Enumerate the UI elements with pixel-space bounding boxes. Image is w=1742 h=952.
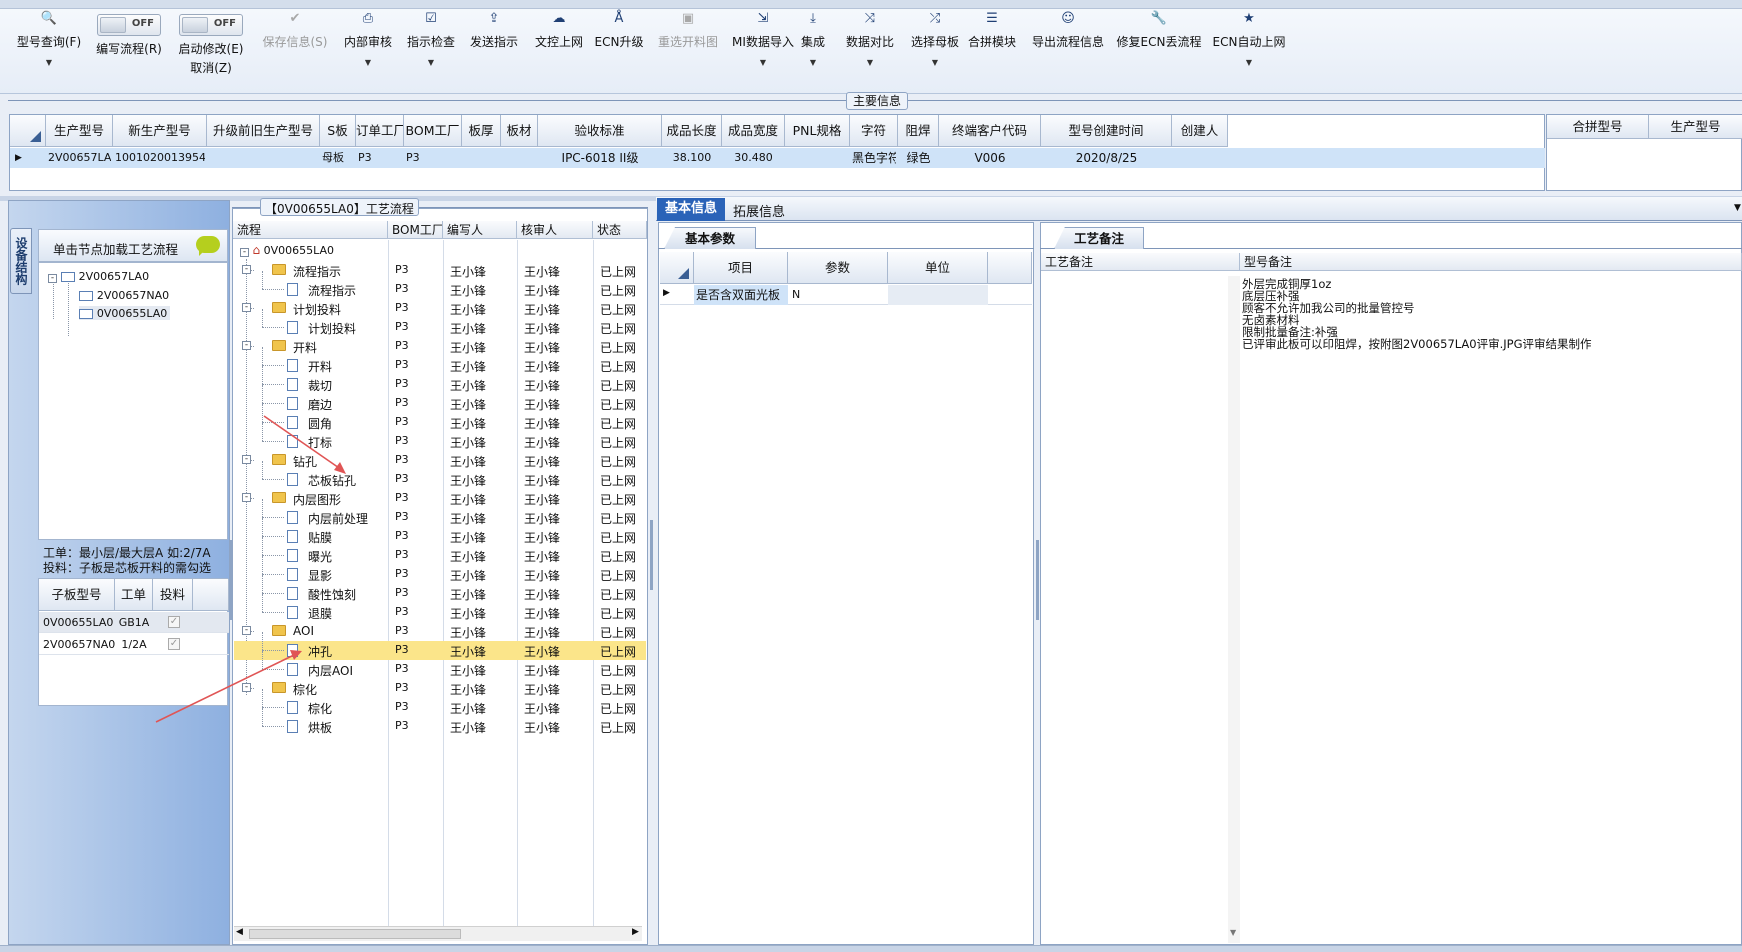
annotation-arrows bbox=[155, 415, 346, 723]
arrow-head bbox=[290, 650, 302, 660]
arrow-line bbox=[263, 415, 343, 471]
arrow-head bbox=[334, 462, 346, 474]
arrow-line bbox=[155, 653, 297, 723]
